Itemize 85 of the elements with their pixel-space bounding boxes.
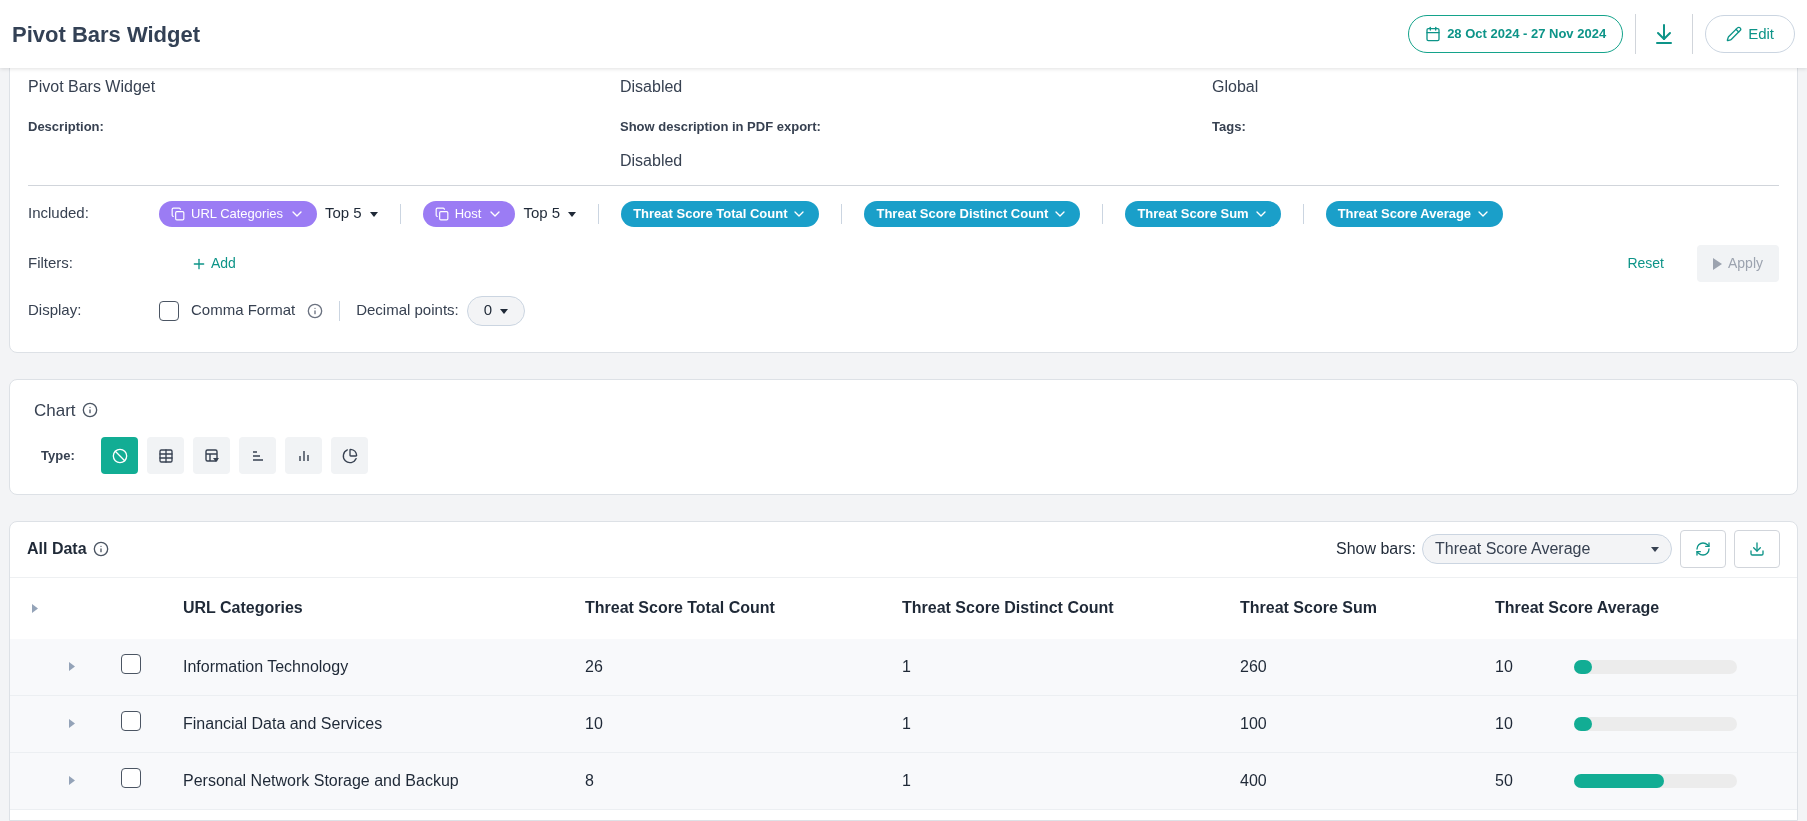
info-icon: [92, 541, 109, 557]
table-cell-text: 10: [1495, 713, 1514, 734]
row-checkbox[interactable]: [121, 710, 141, 731]
type-label: Type:: [40, 446, 76, 465]
decimal-points-label: Decimal points:: [356, 300, 459, 321]
measure-chip[interactable]: Threat Score Average: [1325, 200, 1504, 227]
date-range-button[interactable]: 28 Oct 2024 - 27 Nov 2024: [1408, 15, 1624, 53]
chart-type-button[interactable]: [147, 437, 184, 474]
page-title: Pivot Bars Widget: [12, 20, 201, 49]
no-chart-icon: [111, 447, 128, 464]
caret-icon: [568, 209, 577, 218]
pivot-table-icon: [203, 447, 220, 464]
table-cell-text: 10: [1495, 656, 1514, 677]
table-cell-text: 1: [902, 656, 912, 677]
table-cell-text: Financial Data and Services: [183, 713, 384, 734]
table-cell-text: 1: [902, 713, 912, 734]
reset-button[interactable]: Reset: [1627, 253, 1664, 274]
dimension-chip[interactable]: Host: [422, 200, 516, 227]
download-icon: [1749, 541, 1765, 557]
column-header: URL Categories: [183, 598, 304, 618]
chart-type-button[interactable]: [285, 437, 322, 474]
display-label: Display:: [28, 300, 83, 321]
field-label: Description:: [28, 118, 105, 136]
field-value: Disabled: [620, 77, 684, 97]
copy-icon: [171, 206, 185, 221]
table-cell-text: 10: [585, 713, 604, 734]
chart-type-button[interactable]: [101, 437, 138, 474]
table-cell-text: 260: [1240, 656, 1268, 677]
pie-chart-icon: [341, 447, 358, 464]
caret-icon: [500, 306, 509, 315]
filters-label: Filters:: [28, 253, 74, 274]
add-filter-button[interactable]: Add: [191, 253, 236, 274]
edit-button[interactable]: Edit: [1705, 15, 1795, 53]
field-value: Pivot Bars Widget: [28, 77, 157, 97]
table-cell-text: 100: [1240, 713, 1268, 734]
column-header: Threat Score Total Count: [585, 598, 776, 618]
table-cell-text: Personal Network Storage and Backup: [183, 770, 460, 791]
expand-icon[interactable]: [68, 776, 75, 785]
row-checkbox[interactable]: [121, 767, 141, 788]
table-icon: [157, 447, 174, 464]
column-header: Threat Score Average: [1495, 598, 1660, 618]
refresh-icon: [1695, 541, 1711, 557]
expand-icon[interactable]: [68, 719, 75, 728]
info-icon: [81, 402, 98, 419]
field-label: Tags:: [1212, 118, 1247, 136]
table-cell-text: 1: [902, 770, 912, 791]
refresh-button[interactable]: [1680, 530, 1726, 568]
pencil-icon: [1726, 26, 1743, 42]
comma-format-checkbox[interactable]: [159, 300, 179, 321]
comma-format-label: Comma Format: [191, 300, 296, 321]
limit-dropdown[interactable]: Top 5: [325, 202, 378, 225]
chart-title: Chart: [34, 399, 76, 422]
measure-chip[interactable]: Threat Score Sum: [1125, 200, 1281, 227]
dimension-chip[interactable]: URL Categories: [159, 200, 317, 227]
table-cell-text: Information Technology: [183, 656, 350, 677]
copy-icon: [434, 206, 449, 221]
expand-icon[interactable]: [68, 662, 75, 671]
play-icon: [1712, 257, 1722, 270]
column-header: Threat Score Distinct Count: [902, 598, 1115, 618]
calendar-icon: [1425, 26, 1442, 42]
decimal-points-dropdown[interactable]: 0: [466, 295, 526, 326]
show-bars-dropdown[interactable]: Threat Score Average: [1422, 534, 1672, 564]
chart-type-button[interactable]: [331, 437, 368, 474]
download-button[interactable]: [1734, 530, 1780, 568]
chart-type-button[interactable]: [239, 437, 276, 474]
field-value: Disabled: [620, 150, 684, 171]
table-cell-text: 8: [585, 770, 595, 791]
info-icon: [307, 302, 324, 319]
measure-chip[interactable]: Threat Score Distinct Count: [864, 200, 1081, 227]
field-value: Global: [1212, 77, 1260, 97]
included-label: Included:: [28, 203, 90, 224]
chart-type-button[interactable]: [193, 437, 230, 474]
row-checkbox[interactable]: [121, 653, 141, 674]
field-label: Show description in PDF export:: [620, 118, 822, 136]
measure-chip[interactable]: Threat Score Total Count: [621, 200, 820, 227]
show-bars-label: Show bars:: [1335, 539, 1416, 559]
all-data-title: All Data: [27, 539, 87, 559]
table-cell-text: 50: [1495, 770, 1514, 791]
caret-icon: [369, 209, 378, 218]
expand-icon[interactable]: [31, 603, 38, 613]
column-header: Threat Score Sum: [1240, 598, 1378, 618]
table-cell-text: 400: [1240, 770, 1268, 791]
caret-icon: [1651, 545, 1659, 553]
limit-dropdown[interactable]: Top 5: [523, 202, 577, 225]
table-cell-text: 26: [585, 656, 604, 677]
